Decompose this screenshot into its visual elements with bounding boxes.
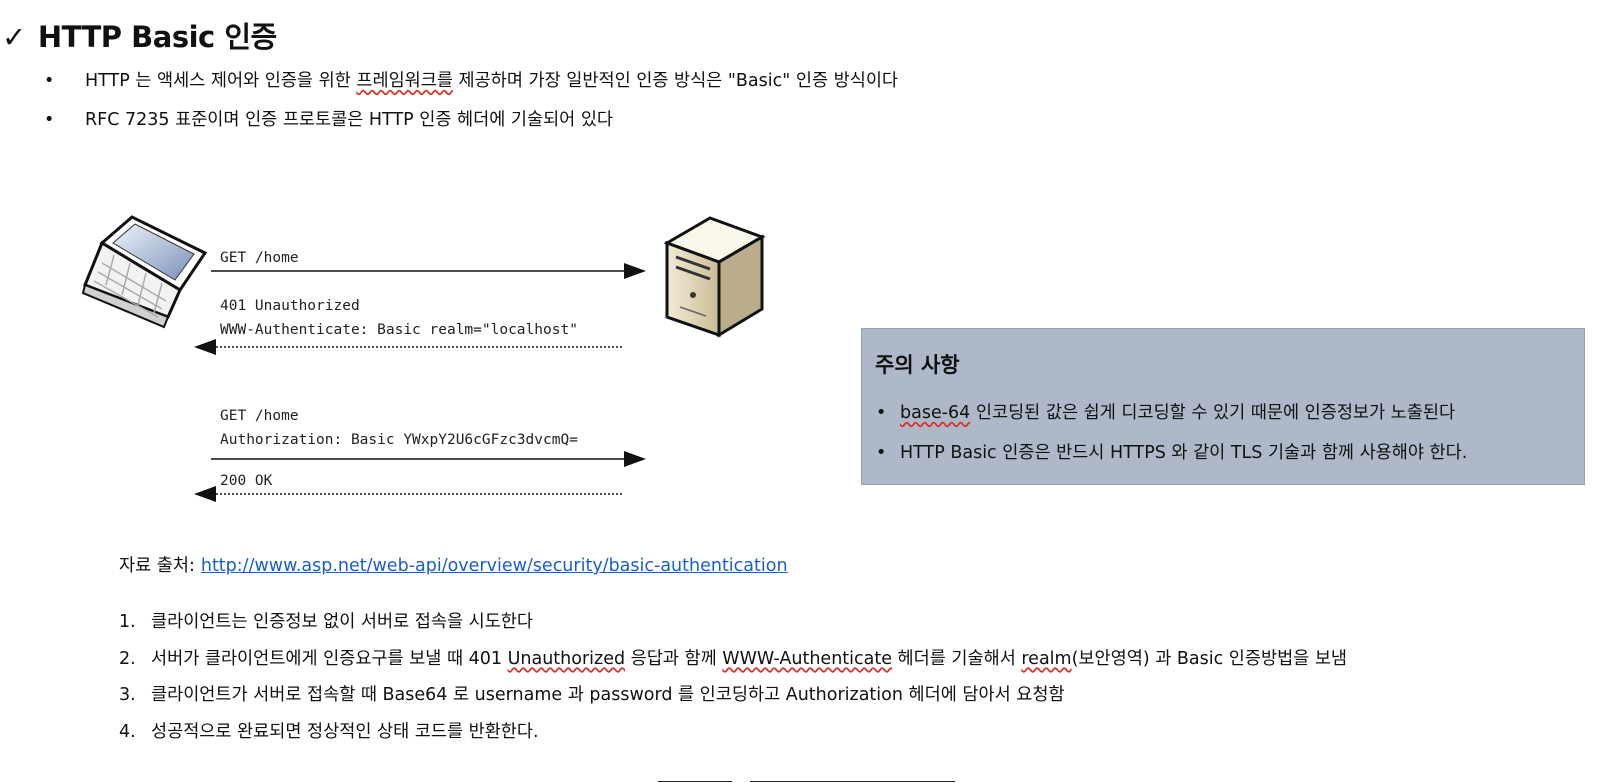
server-tower-icon [663, 216, 766, 338]
footer-rule [750, 781, 955, 782]
step-item: 1. 클라이언트는 인증정보 없이 서버로 접속을 시도한다 [119, 604, 1347, 641]
laptop-icon [81, 215, 208, 329]
caution-text: 인코딩된 값은 쉽게 디코딩할 수 있기 때문에 인증정보가 노출된다 [970, 403, 1456, 423]
bullet-text: HTTP 는 액세스 제어와 인증을 위한 [85, 71, 357, 91]
footer-rule [658, 781, 732, 782]
step-item: 3. 클라이언트가 서버로 접속할 때 Base64 로 username 과 p… [119, 677, 1347, 714]
step-text: 헤더를 기술해서 [891, 648, 1022, 669]
step-text: 성공적으로 완료되면 정상적인 상태 코드를 반환한다. [151, 721, 539, 742]
step-text: 클라이언트는 인증정보 없이 서버로 접속을 시도한다 [151, 612, 534, 632]
intro-bullets: HTTP 는 액세스 제어와 인증을 위한 프레임워크를 제공하며 가장 일반적… [0, 62, 898, 140]
step-number: 2. [119, 648, 136, 669]
arrowhead-left [194, 486, 216, 502]
step-text: (보안영역) 과 Basic 인증방법을 보냄 [1071, 648, 1348, 669]
basic-auth-sequence-diagram: GET /home 401 Unauthorized WWW-Authentic… [81, 215, 766, 502]
caution-box: 주의 사항 base-64 인코딩된 값은 쉽게 디코딩할 수 있기 때문에 인… [861, 328, 1585, 485]
spellcheck-word: realm [1021, 648, 1072, 669]
msg-200-ok: 200 OK [220, 473, 273, 489]
step-text: 서버가 클라이언트에게 인증요구를 보낼 때 401 [151, 648, 508, 669]
source-label: 자료 출처: [119, 556, 195, 576]
spellcheck-word: base-64 [900, 403, 971, 423]
caution-title: 주의 사항 [875, 353, 960, 377]
spellcheck-word: Unauthorized [507, 648, 626, 669]
msg-401: 401 Unauthorized [220, 298, 360, 314]
caution-item-1: base-64 인코딩된 값은 쉽게 디코딩할 수 있기 때문에 인증정보가 노… [862, 393, 1467, 433]
source-link[interactable]: http://www.asp.net/web-api/overview/secu… [201, 556, 788, 576]
check-icon: ✓ [2, 20, 26, 54]
page-title: ✓ HTTP Basic 인증 [2, 14, 277, 56]
step-number: 4. [119, 721, 136, 742]
source-line: 자료 출처: http://www.asp.net/web-api/overvie… [119, 552, 788, 577]
step-text: 응답과 함께 [625, 648, 723, 669]
bullet-text: 제공하며 가장 일반적인 인증 방식은 "Basic" 인증 방식이다 [452, 71, 899, 91]
arrowhead-left [194, 339, 216, 355]
step-text: 클라이언트가 서버로 접속할 때 Base64 로 username 과 pas… [151, 685, 1065, 705]
arrowhead-right [624, 263, 646, 279]
caution-item-2: HTTP Basic 인증은 반드시 HTTPS 와 같이 TLS 기술과 함께… [862, 433, 1467, 473]
step-item: 2. 서버가 클라이언트에게 인증요구를 보낼 때 401 Unauthorize… [119, 641, 1347, 678]
title-text: HTTP Basic 인증 [37, 20, 277, 54]
msg-get-home: GET /home [220, 250, 299, 266]
step-number: 3. [119, 685, 136, 705]
intro-bullet-2: RFC 7235 표준이며 인증 프로토콜은 HTTP 인증 헤더에 기술되어 … [0, 101, 898, 140]
spellcheck-word: WWW-Authenticate [722, 648, 892, 669]
arrowhead-right [624, 451, 646, 467]
msg-get-home-2: GET /home [220, 408, 299, 424]
caution-list: base-64 인코딩된 값은 쉽게 디코딩할 수 있기 때문에 인증정보가 노… [862, 393, 1467, 473]
step-number: 1. [119, 612, 136, 632]
steps-list: 1. 클라이언트는 인증정보 없이 서버로 접속을 시도한다 2. 서버가 클라이언… [119, 604, 1347, 750]
step-item: 4. 성공적으로 완료되면 정상적인 상태 코드를 반환한다. [119, 714, 1347, 751]
msg-www-authenticate: WWW-Authenticate: Basic realm="localhost… [220, 322, 578, 338]
msg-authorization: Authorization: Basic YWxpY2U6cGFzc3dvcmQ… [220, 432, 578, 448]
spellcheck-word: 프레임워크를 [356, 71, 453, 91]
intro-bullet-1: HTTP 는 액세스 제어와 인증을 위한 프레임워크를 제공하며 가장 일반적… [0, 62, 898, 101]
